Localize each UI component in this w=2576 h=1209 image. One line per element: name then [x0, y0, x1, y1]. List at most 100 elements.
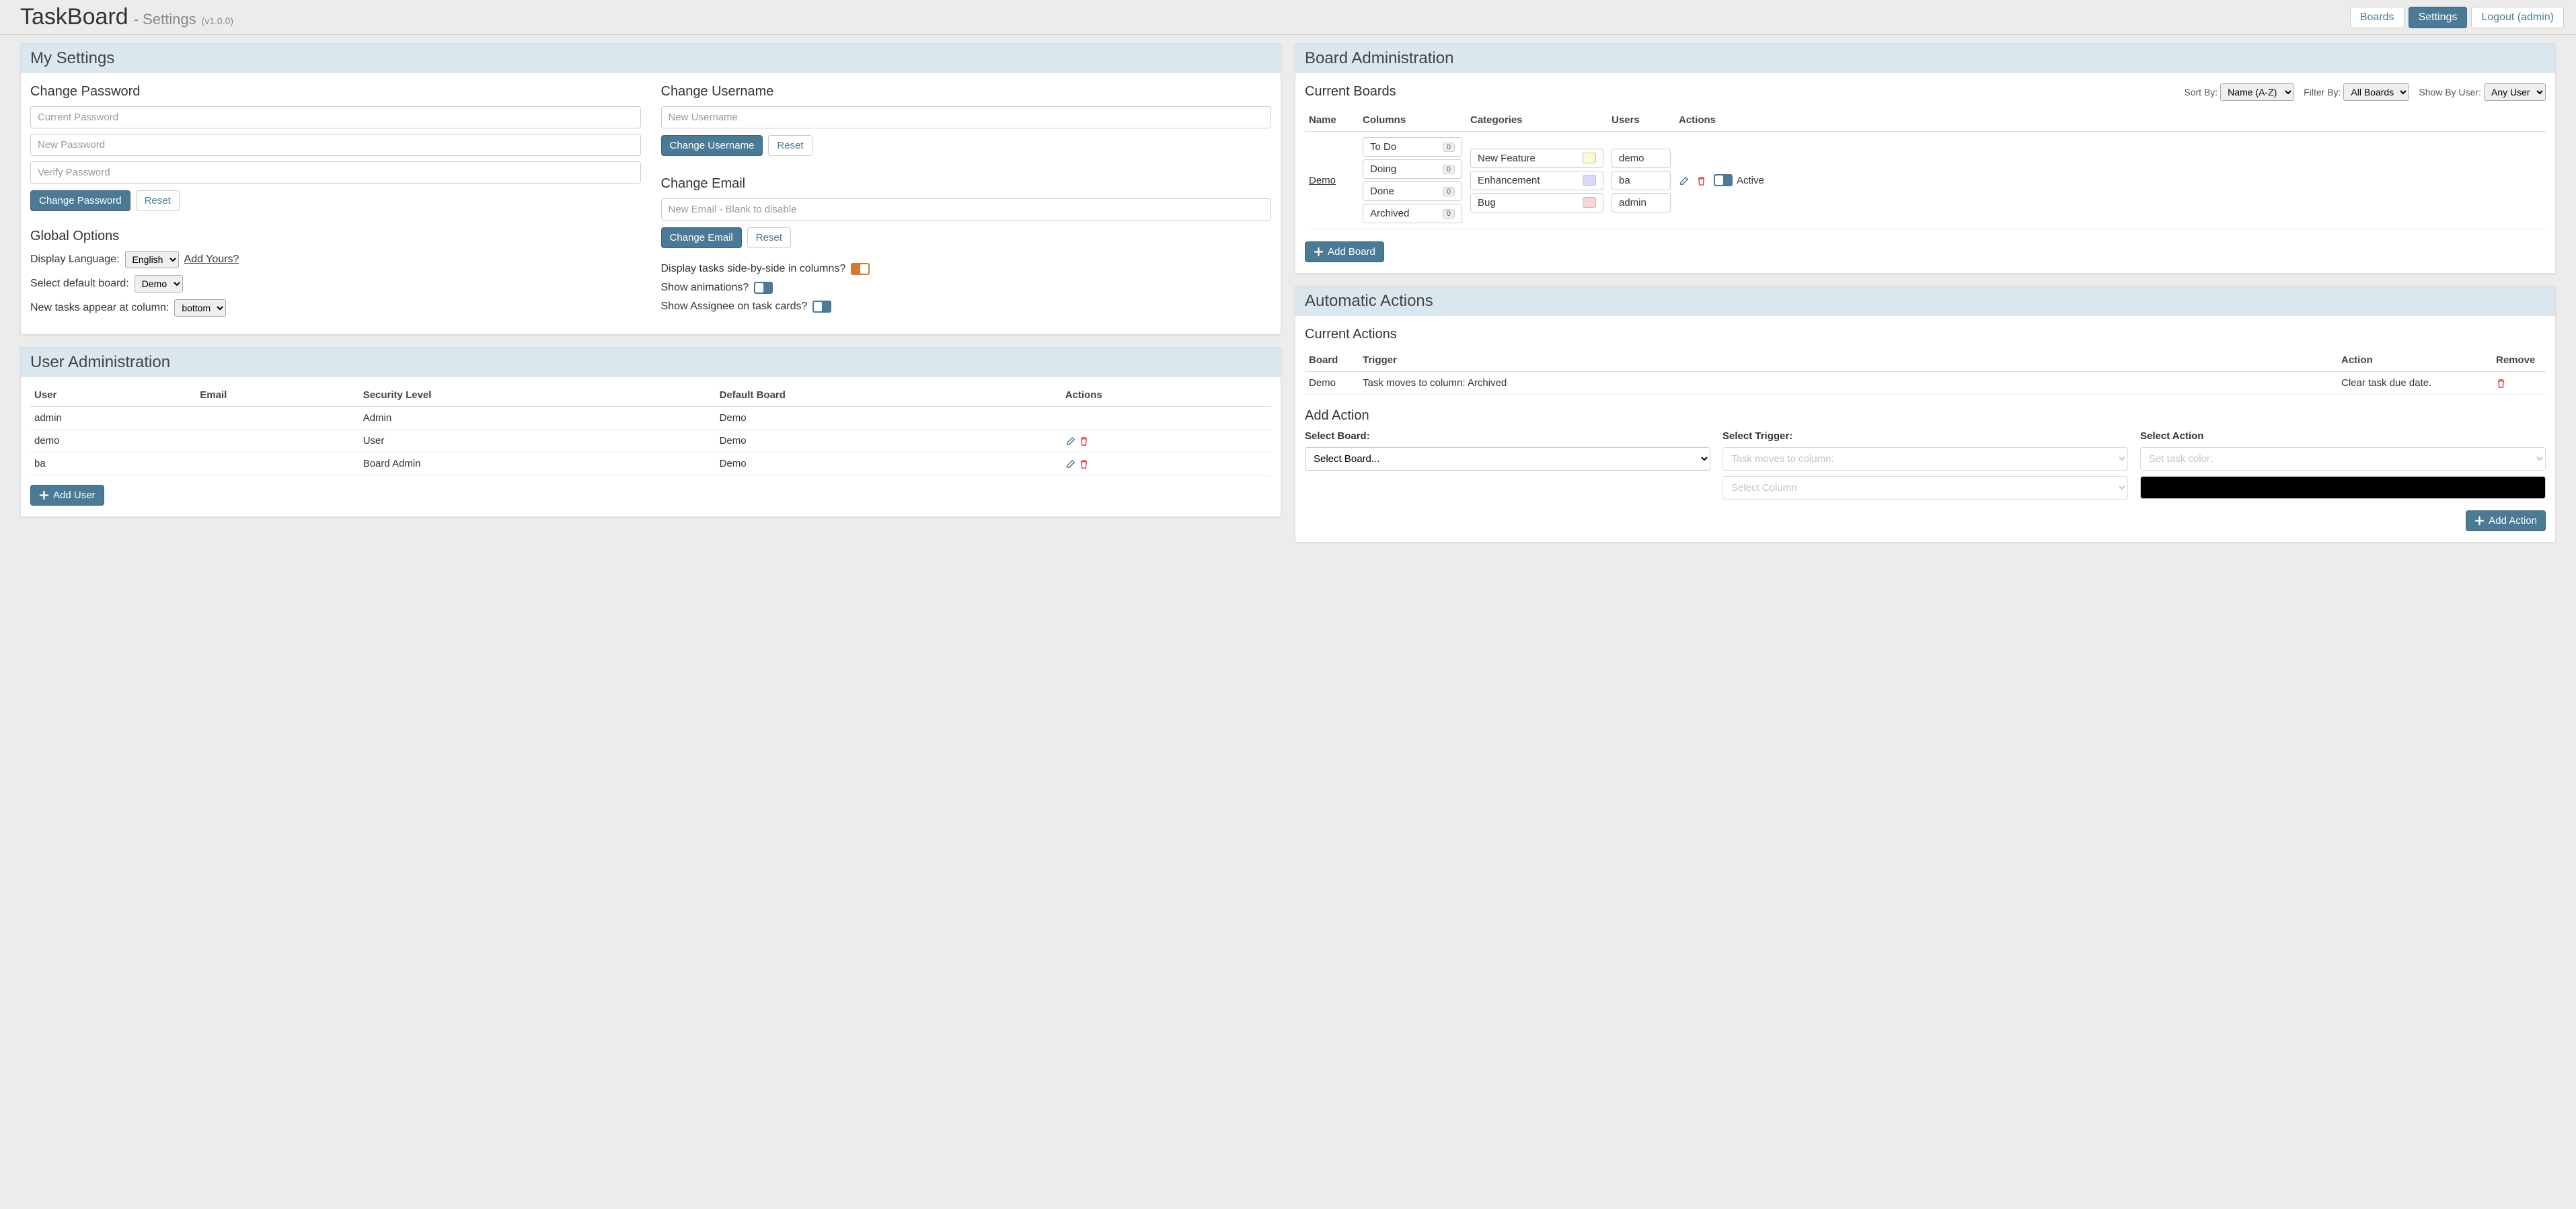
plus-icon	[2474, 516, 2485, 526]
delete-board-icon[interactable]	[1696, 175, 1707, 186]
default-board-select[interactable]: Demo	[135, 275, 183, 292]
header-nav: Boards Settings Logout (admin)	[2350, 7, 2564, 28]
column-pill: Doing0	[1363, 159, 1462, 179]
show-assignee-toggle[interactable]	[812, 301, 831, 313]
show-assignee-label: Show Assignee on task cards?	[661, 301, 808, 313]
board-name-link[interactable]: Demo	[1309, 175, 1336, 186]
user-row: demo User Demo	[30, 430, 1271, 453]
cell-user: ba	[30, 453, 196, 475]
change-password-button[interactable]: Change Password	[30, 190, 130, 211]
board-active-label: Active	[1737, 175, 1764, 186]
plus-icon	[39, 490, 49, 500]
category-name: Bug	[1478, 197, 1496, 208]
global-options-title: Global Options	[30, 229, 641, 244]
filter-by-label: Filter By:	[2304, 87, 2341, 98]
column-pill: Done0	[1363, 182, 1462, 201]
th-user: User	[30, 384, 196, 407]
edit-user-icon[interactable]	[1065, 458, 1076, 469]
select-action-label: Select Action	[2140, 430, 2546, 442]
cell-email	[196, 407, 358, 430]
change-username-title: Change Username	[661, 84, 1272, 100]
cell-user: demo	[30, 430, 196, 453]
change-email-title: Change Email	[661, 176, 1272, 192]
reset-password-button[interactable]: Reset	[136, 190, 180, 211]
show-by-user-select[interactable]: Any User	[2484, 83, 2546, 101]
th-board-actions: Actions	[1675, 109, 2546, 132]
nav-logout[interactable]: Logout (admin)	[2471, 7, 2564, 28]
select-board-dropdown[interactable]: Select Board...	[1305, 447, 1710, 471]
add-yours-link[interactable]: Add Yours?	[184, 254, 239, 266]
cell-level: User	[359, 430, 716, 453]
category-pill: Enhancement	[1470, 171, 1603, 190]
change-username-button[interactable]: Change Username	[661, 135, 763, 156]
show-animations-toggle[interactable]	[754, 282, 773, 294]
category-swatch	[1583, 153, 1596, 163]
column-name: To Do	[1370, 141, 1396, 153]
remove-action-icon[interactable]	[2496, 377, 2507, 388]
display-language-label: Display Language:	[30, 254, 120, 266]
nav-settings[interactable]: Settings	[2409, 7, 2468, 28]
cell-level: Board Admin	[359, 453, 716, 475]
new-email-input[interactable]	[661, 198, 1272, 221]
column-name: Doing	[1370, 163, 1396, 175]
page-subtitle: - Settings	[134, 11, 196, 28]
app-header: TaskBoard - Settings (v1.0.0) Boards Set…	[0, 0, 2576, 35]
user-pill: demo	[1612, 149, 1671, 168]
column-pill: Archived0	[1363, 204, 1462, 223]
category-swatch	[1583, 197, 1596, 208]
display-language-select[interactable]: English	[125, 251, 179, 268]
user-admin-title: User Administration	[21, 348, 1281, 377]
sort-by-select[interactable]: Name (A-Z)	[2220, 83, 2294, 101]
cell-user: admin	[30, 407, 196, 430]
delete-user-icon[interactable]	[1079, 458, 1090, 469]
edit-board-icon[interactable]	[1679, 175, 1690, 186]
select-action-dropdown[interactable]: Set task color:	[2140, 447, 2546, 471]
th-aa-board: Board	[1305, 349, 1359, 372]
change-email-button[interactable]: Change Email	[661, 227, 742, 248]
column-name: Archived	[1370, 208, 1409, 219]
board-row: Demo To Do 0 Doing0 Done0 Archived0 New Feat…	[1305, 132, 2546, 229]
select-column-dropdown[interactable]: Select Column	[1722, 476, 2128, 500]
default-board-label: Select default board:	[30, 278, 129, 290]
user-row: admin Admin Demo	[30, 407, 1271, 430]
side-by-side-toggle[interactable]	[851, 263, 870, 275]
category-pill: New Feature	[1470, 149, 1603, 168]
nav-boards[interactable]: Boards	[2350, 7, 2404, 28]
cell-board: Demo	[716, 453, 1061, 475]
th-aa-action: Action	[2337, 349, 2492, 372]
auto-actions-title: Automatic Actions	[1295, 286, 2555, 316]
current-password-input[interactable]	[30, 106, 641, 128]
aa-board: Demo	[1305, 372, 1359, 395]
board-admin-panel: Board Administration Current Boards Sort…	[1295, 43, 2556, 274]
column-count: 0	[1443, 143, 1455, 152]
add-board-button[interactable]: Add Board	[1305, 241, 1384, 262]
color-preview[interactable]	[2140, 476, 2546, 499]
cell-email	[196, 453, 358, 475]
cell-board: Demo	[716, 407, 1061, 430]
th-level: Security Level	[359, 384, 716, 407]
change-password-title: Change Password	[30, 84, 641, 100]
current-boards-title: Current Boards	[1305, 84, 1396, 100]
add-action-button[interactable]: Add Action	[2466, 510, 2546, 531]
my-settings-panel: My Settings Change Password Change Passw…	[20, 43, 1281, 335]
th-email: Email	[196, 384, 358, 407]
delete-user-icon[interactable]	[1079, 435, 1090, 446]
board-active-toggle[interactable]	[1714, 174, 1733, 186]
column-name: Done	[1370, 186, 1394, 197]
select-trigger-dropdown[interactable]: Task moves to column:	[1722, 447, 2128, 471]
verify-password-input[interactable]	[30, 161, 641, 184]
new-password-input[interactable]	[30, 134, 641, 156]
new-username-input[interactable]	[661, 106, 1272, 128]
reset-email-button[interactable]: Reset	[747, 227, 791, 248]
category-pill: Bug	[1470, 193, 1603, 212]
reset-username-button[interactable]: Reset	[768, 135, 812, 156]
add-user-button[interactable]: Add User	[30, 485, 104, 506]
aa-remove	[2492, 372, 2546, 395]
show-by-user-label: Show By User:	[2419, 87, 2481, 98]
filter-by-select[interactable]: All Boards	[2343, 83, 2409, 101]
new-tasks-select[interactable]: bottom	[174, 299, 226, 317]
cell-board: Demo	[716, 430, 1061, 453]
app-title: TaskBoard	[20, 4, 128, 30]
user-pill: ba	[1612, 171, 1671, 190]
edit-user-icon[interactable]	[1065, 435, 1076, 446]
